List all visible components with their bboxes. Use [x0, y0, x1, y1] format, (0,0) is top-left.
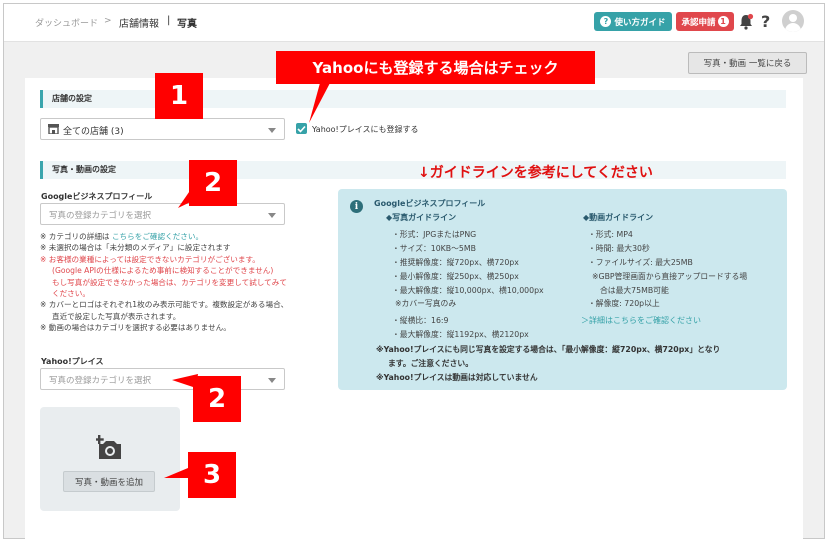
yahoo-callout: Yahooにも登録する場合はチェック [276, 51, 595, 84]
step-number-3: 3 [188, 452, 236, 498]
yahoo-note: ※Yahoo!プレイスにも同じ写真を設定する場合は、「最小解像度：縦720px、… [376, 345, 721, 354]
yahoo-register-label: Yahoo!プレイスにも登録する [312, 125, 419, 134]
photo-guideline-item: ※カバー写真のみ [395, 299, 457, 308]
google-business-label: Googleビジネスプロフィール [41, 192, 153, 201]
add-media-button[interactable]: 写真・動画を追加 [63, 471, 155, 492]
breadcrumb-store-info[interactable]: 店舗情報 [119, 15, 159, 30]
add-photo-icon [96, 435, 121, 459]
top-bar: ダッシュボード > 店舗情報 | 写真 ? 使い方ガイド 承認申請 1 ? [4, 4, 824, 42]
store-settings-header: 店舗の設定 [40, 90, 786, 108]
photo-guideline-item: ・最大解像度：縦10,000px、横10,000px [392, 286, 544, 295]
note-line: 直近で設定した写真が表示されます。 [52, 311, 181, 321]
store-icon [48, 124, 59, 134]
video-guideline-item: ※GBP管理画面から直接アップロードする場 [592, 272, 748, 281]
yahoo-note: ます。ご注意ください。 [388, 359, 473, 368]
store-select-value: 全ての店舗 (3) [63, 127, 124, 137]
step-number-1: 1 [155, 73, 203, 119]
photo-guideline-item: ・最大解像度：縦1192px、横2120px [392, 330, 529, 339]
photo-guideline-head: ◆写真ガイドライン [386, 213, 457, 222]
usage-guide-button[interactable]: ? 使い方ガイド [594, 12, 672, 31]
breadcrumb-divider: | [167, 15, 171, 26]
photo-guideline-item: ・最小解像度：縦250px、横250px [392, 272, 519, 281]
video-guideline-item: 合は最大75MB可能 [600, 286, 669, 295]
check-icon [297, 125, 306, 133]
chevron-down-icon [268, 378, 276, 383]
photo-guideline-item: ・推奨解像度：縦720px、横720px [392, 258, 519, 267]
note-line: もし写真が設定できなかった場合は、カテゴリを変更して試してみて [52, 277, 287, 287]
step-number-2: 2 [193, 376, 241, 422]
breadcrumb-current: 写真 [177, 19, 197, 30]
video-guideline-item: ・解像度: 720p以上 [588, 299, 660, 308]
note-line: ※ お客様の業種によっては設定できないカテゴリがございます。 [40, 254, 260, 264]
google-category-placeholder: 写真の登録カテゴリを選択 [49, 211, 152, 221]
step-number-2: 2 [189, 160, 237, 206]
google-category-select[interactable]: 写真の登録カテゴリを選択 [40, 203, 285, 225]
category-details-link[interactable]: こちらをご確認ください。 [112, 232, 203, 241]
note-line: ※ カテゴリの詳細は こちらをご確認ください。 [40, 232, 204, 241]
info-icon: i [350, 200, 363, 213]
photo-guideline-item: ・縦横比：16:9 [392, 316, 449, 325]
guideline-details-link[interactable]: ＞詳細はこちらをご確認ください [581, 315, 701, 326]
photo-guideline-item: ・形式：JPGまたはPNG [392, 230, 477, 239]
note-line: ※ 動画の場合はカテゴリを選択する必要はありません。 [40, 323, 231, 333]
store-select[interactable]: 全ての店舗 (3) [40, 118, 285, 140]
note-line: (Google APIの仕様によるため事前に検知することができません) [52, 266, 274, 276]
approval-request-button[interactable]: 承認申請 1 [676, 12, 734, 31]
guideline-heading: ↓ガイドラインを参考にしてください [418, 165, 653, 181]
breadcrumb-dashboard[interactable]: ダッシュボード [35, 16, 98, 29]
approval-count-badge: 1 [717, 16, 729, 27]
breadcrumb-separator: > [104, 16, 112, 26]
note-line: ※ 未選択の場合は「未分類のメディア」に設定されます [40, 243, 231, 253]
yahoo-note: ※Yahoo!プレイスは動画は対応していません [376, 373, 538, 382]
video-guideline-item: ・時間: 最大30秒 [588, 244, 650, 253]
photo-guideline-item: ・サイズ：10KB〜5MB [392, 244, 476, 253]
category-notes: ※ カテゴリの詳細は こちらをご確認ください。 ※ 未選択の場合は「未分類のメデ… [40, 231, 325, 334]
guideline-title: Googleビジネスプロフィール [374, 199, 486, 208]
yahoo-category-select[interactable]: 写真の登録カテゴリを選択 [40, 368, 285, 390]
back-to-list-button[interactable]: 写真・動画 一覧に戻る [688, 52, 807, 74]
store-settings-title: 店舗の設定 [52, 94, 92, 103]
usage-guide-label: 使い方ガイド [614, 17, 666, 28]
chevron-down-icon [268, 213, 276, 218]
yahoo-register-checkbox[interactable] [296, 123, 307, 134]
media-settings-title: 写真・動画の設定 [52, 165, 116, 174]
bell-icon[interactable] [738, 13, 754, 31]
media-settings-header: 写真・動画の設定 [40, 161, 786, 179]
approval-label: 承認申請 [681, 17, 716, 28]
chevron-down-icon [268, 128, 276, 133]
note-line: ください。 [52, 289, 90, 299]
avatar[interactable] [782, 10, 804, 32]
video-guideline-item: ・ファイルサイズ: 最大25MB [588, 258, 693, 267]
yahoo-place-label: Yahoo!プレイス [41, 357, 104, 366]
media-upload-area[interactable]: 写真・動画を追加 [40, 407, 180, 511]
yahoo-category-placeholder: 写真の登録カテゴリを選択 [49, 376, 152, 386]
note-line: ※ カバーとロゴはそれぞれ1枚のみ表示可能です。複数設定がある場合、 [40, 300, 289, 310]
help-icon[interactable]: ? [761, 12, 770, 31]
video-guideline-head: ◆動画ガイドライン [583, 213, 654, 222]
video-guideline-item: ・形式: MP4 [588, 230, 633, 239]
guideline-box: i Googleビジネスプロフィール ◆写真ガイドライン ・形式：JPGまたはP… [338, 189, 787, 390]
question-icon: ? [600, 16, 612, 27]
